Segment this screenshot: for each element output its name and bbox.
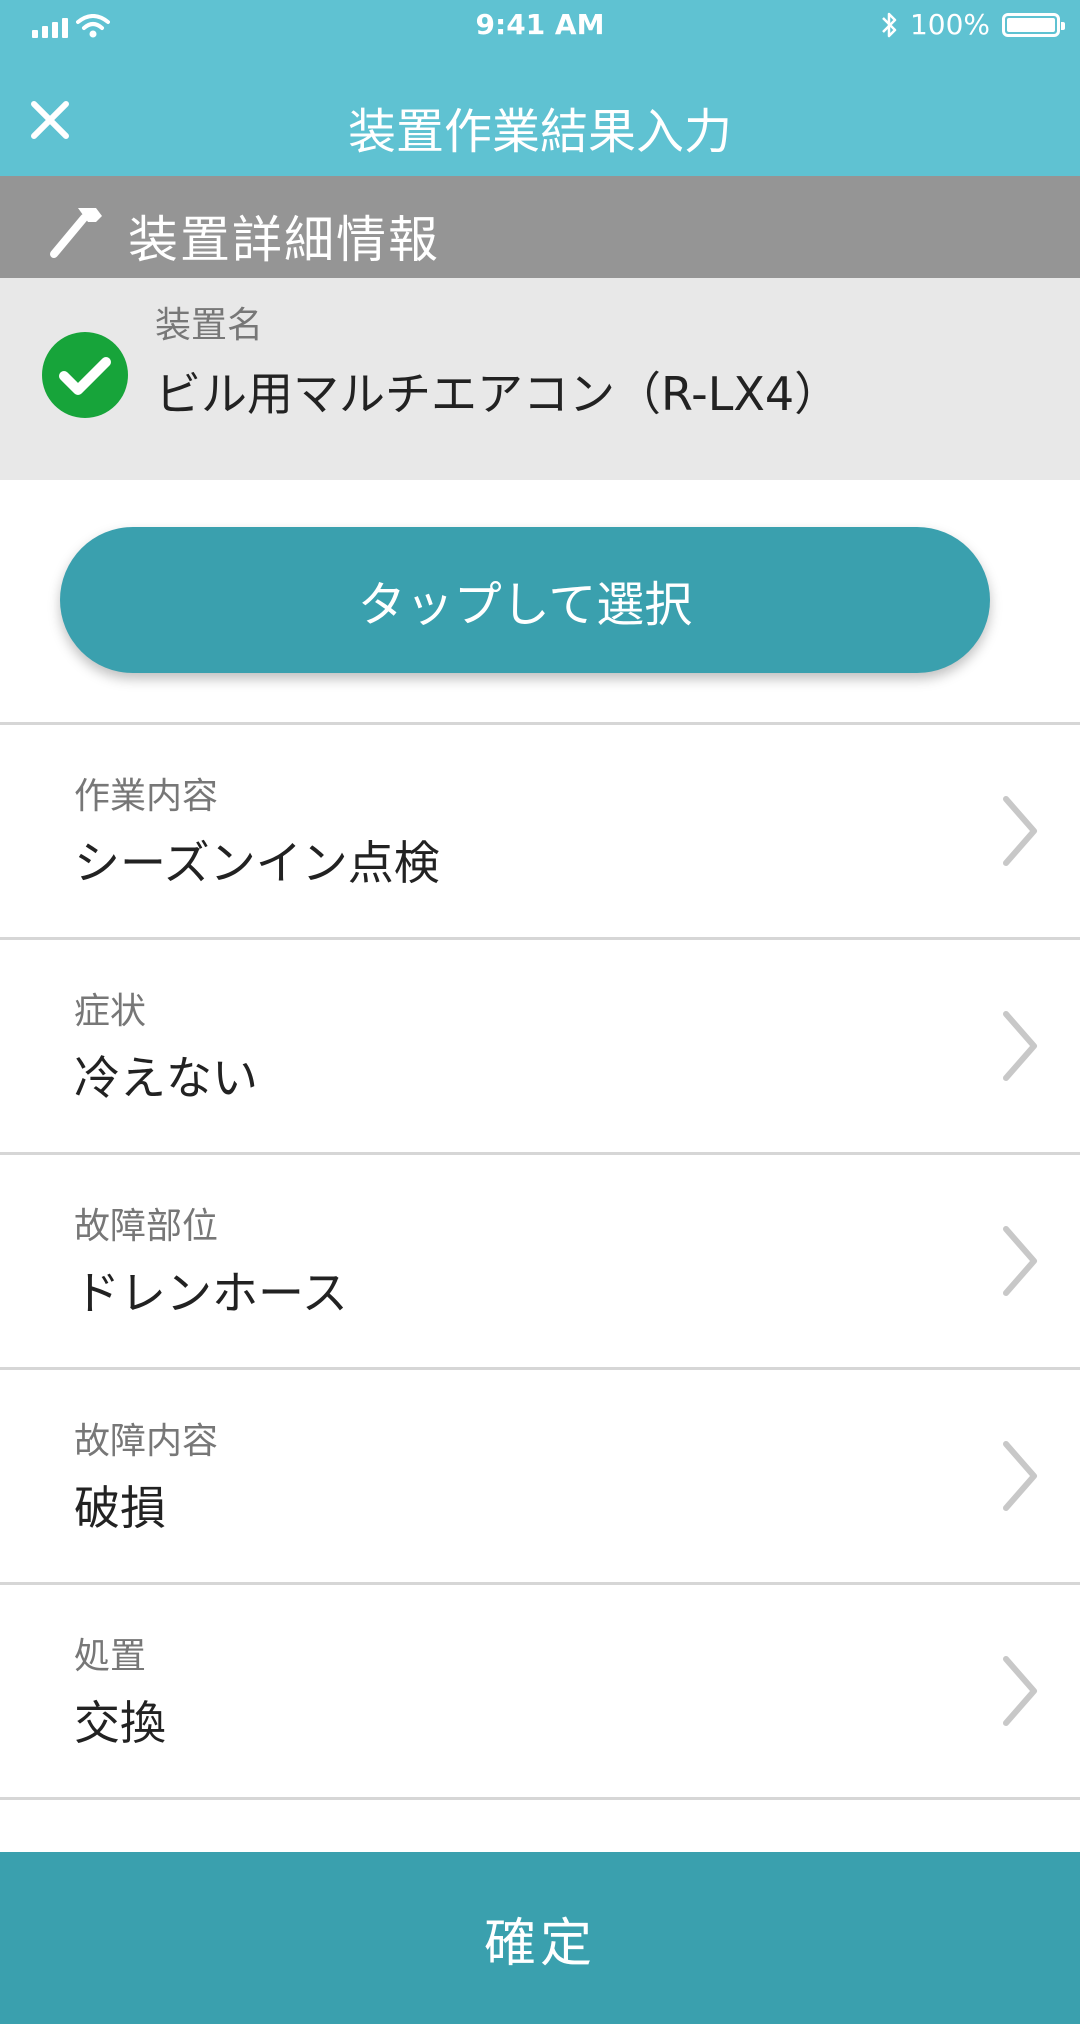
chevron-right-icon [1003, 1226, 1037, 1296]
chevron-right-icon [1003, 1656, 1037, 1726]
status-right: 100% [880, 8, 1065, 41]
list-item-fault-location[interactable]: 故障部位 ドレンホース [0, 1152, 1080, 1367]
row-value: 冷えない [74, 1051, 258, 1105]
row-value: シーズンイン点検 [74, 836, 440, 890]
row-value: ドレンホース [74, 1266, 348, 1320]
device-info-panel: 装置名 ビル用マルチエアコン（R-LX4） [0, 278, 1080, 480]
chevron-right-icon [1003, 1441, 1037, 1511]
tap-to-select-button[interactable]: タップして選択 [60, 527, 990, 673]
row-value: 交換 [74, 1696, 166, 1750]
device-name-label: 装置名 [155, 305, 264, 346]
list-item-work-content[interactable]: 作業内容 シーズンイン点検 [0, 722, 1080, 937]
chevron-right-icon [1003, 796, 1037, 866]
list-item-symptom[interactable]: 症状 冷えない [0, 937, 1080, 1152]
status-bar: 9:41 AM 100% [0, 0, 1080, 52]
hammer-icon [50, 208, 102, 258]
row-label: 処置 [74, 1636, 147, 1677]
battery-icon [1002, 12, 1065, 37]
list-item-fault-detail[interactable]: 故障内容 破損 [0, 1367, 1080, 1582]
row-label: 症状 [74, 991, 147, 1032]
work-result-list: 作業内容 シーズンイン点検 症状 冷えない 故障部位 ドレンホース 故障内容 破… [0, 722, 1080, 1800]
row-label: 故障部位 [74, 1206, 219, 1247]
list-divider [0, 1797, 1080, 1800]
row-value: 破損 [74, 1481, 166, 1535]
check-circle-icon [42, 332, 128, 418]
page-title: 装置作業結果入力 [347, 104, 732, 160]
nav-bar: 装置作業結果入力 [0, 52, 1080, 176]
section-title: 装置詳細情報 [128, 211, 440, 269]
row-label: 作業内容 [74, 776, 219, 817]
battery-percent: 100% [909, 8, 990, 41]
section-header: 装置詳細情報 [0, 176, 1080, 278]
device-name-value: ビル用マルチエアコン（R-LX4） [155, 367, 841, 421]
chevron-right-icon [1003, 1011, 1037, 1081]
list-item-action[interactable]: 処置 交換 [0, 1582, 1080, 1797]
confirm-button[interactable]: 確定 [0, 1852, 1080, 2024]
bluetooth-icon [882, 12, 897, 37]
row-label: 故障内容 [74, 1421, 219, 1462]
